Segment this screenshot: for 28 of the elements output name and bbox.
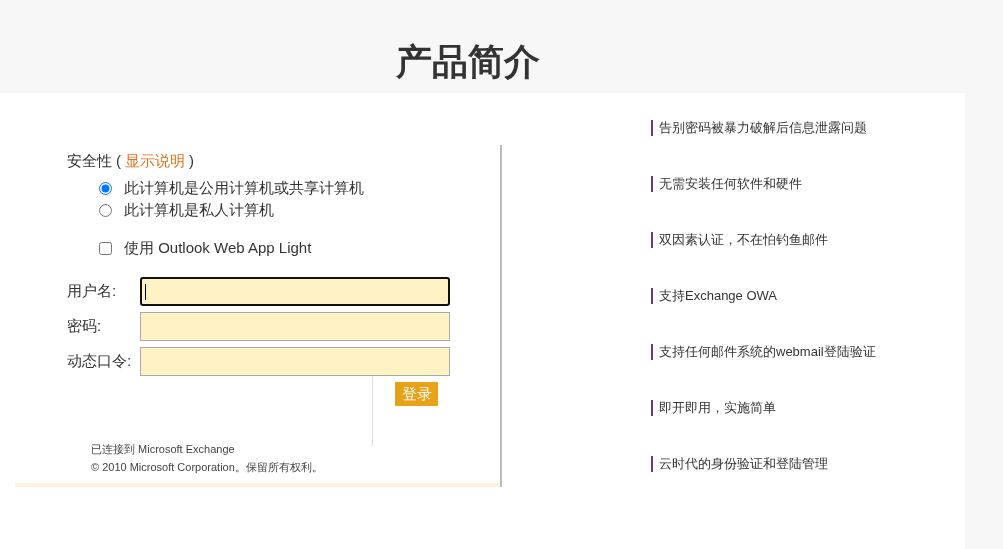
text-cursor <box>145 283 146 300</box>
input-field[interactable] <box>140 312 450 341</box>
parenthesis: ) <box>189 152 194 169</box>
field-label: 动态口令: <box>67 352 133 371</box>
feature-item: 双因素认证，不在怕钓鱼邮件 <box>651 232 876 248</box>
option-label: 此计算机是私人计算机 <box>124 200 274 220</box>
feature-item: 支持任何邮件系统的webmail登陆验证 <box>651 344 876 360</box>
input-field[interactable] <box>140 277 450 306</box>
feature-item: 云时代的身份验证和登陆管理 <box>651 456 876 472</box>
security-label: 安全性 <box>67 152 112 169</box>
parenthesis: ( <box>116 152 121 169</box>
radio-button[interactable] <box>99 203 112 217</box>
login-button[interactable]: 登录 <box>395 382 438 406</box>
radio-button[interactable] <box>99 181 112 195</box>
checkbox-label: 使用 Outlook Web App Light <box>124 238 312 258</box>
feature-item: 告别密码被暴力破解后信息泄露问题 <box>651 120 876 136</box>
option-label: 此计算机是公用计算机或共享计算机 <box>124 178 364 198</box>
feature-item: 无需安装任何软件和硬件 <box>651 176 876 192</box>
field-label: 用户名: <box>67 282 118 301</box>
input-field[interactable] <box>140 347 450 376</box>
footer-text: 已连接到 Microsoft Exchange <box>91 442 236 457</box>
page-title: 产品简介 <box>395 40 540 84</box>
field-label: 密码: <box>67 317 103 336</box>
feature-item: 即开即用，实施简单 <box>651 400 876 416</box>
feature-item: 支持Exchange OWA <box>651 288 876 304</box>
checkbox[interactable] <box>99 241 112 255</box>
footer-text: © 2010 Microsoft Corporation。保留所有权利。 <box>91 460 324 475</box>
show-details-link[interactable]: 显示说明 <box>125 152 185 169</box>
